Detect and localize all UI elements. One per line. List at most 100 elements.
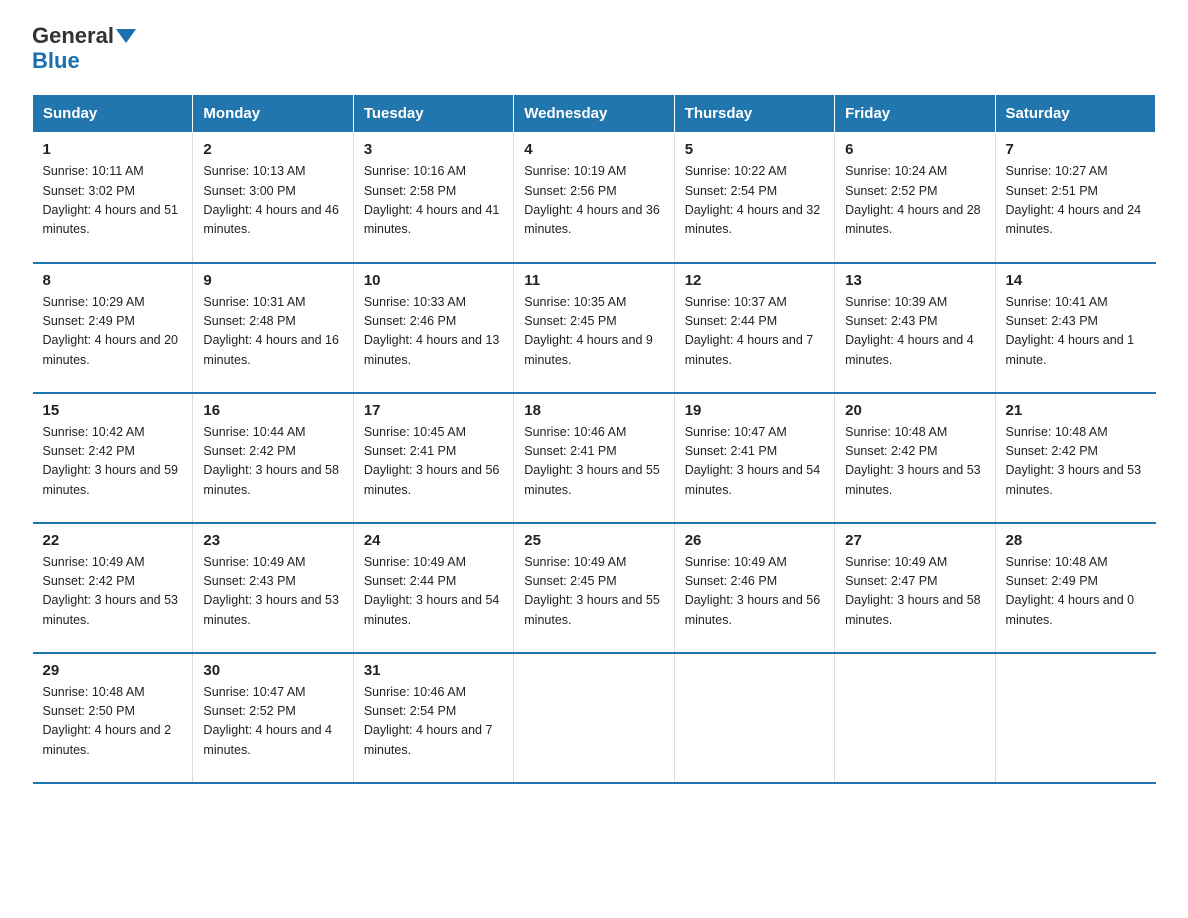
day-info: Sunrise: 10:37 AMSunset: 2:44 PMDaylight… (685, 295, 814, 367)
day-number: 11 (524, 272, 663, 289)
day-info: Sunrise: 10:27 AMSunset: 2:51 PMDaylight… (1006, 164, 1142, 236)
weekday-header-friday: Friday (835, 95, 995, 133)
day-cell-31: 31 Sunrise: 10:46 AMSunset: 2:54 PMDayli… (353, 653, 513, 783)
day-info: Sunrise: 10:24 AMSunset: 2:52 PMDaylight… (845, 164, 981, 236)
day-number: 2 (203, 141, 342, 158)
week-row-2: 8 Sunrise: 10:29 AMSunset: 2:49 PMDaylig… (33, 263, 1156, 393)
day-number: 19 (685, 402, 824, 419)
day-info: Sunrise: 10:42 AMSunset: 2:42 PMDaylight… (43, 425, 179, 497)
logo-triangle-icon (116, 29, 136, 43)
day-info: Sunrise: 10:11 AMSunset: 3:02 PMDaylight… (43, 164, 179, 236)
day-cell-11: 11 Sunrise: 10:35 AMSunset: 2:45 PMDayli… (514, 263, 674, 393)
day-number: 26 (685, 532, 824, 549)
day-info: Sunrise: 10:45 AMSunset: 2:41 PMDaylight… (364, 425, 500, 497)
day-cell-6: 6 Sunrise: 10:24 AMSunset: 2:52 PMDaylig… (835, 133, 995, 263)
day-info: Sunrise: 10:47 AMSunset: 2:52 PMDaylight… (203, 685, 332, 757)
day-cell-3: 3 Sunrise: 10:16 AMSunset: 2:58 PMDaylig… (353, 133, 513, 263)
day-number: 1 (43, 141, 183, 158)
day-info: Sunrise: 10:48 AMSunset: 2:49 PMDaylight… (1006, 555, 1135, 627)
day-info: Sunrise: 10:47 AMSunset: 2:41 PMDaylight… (685, 425, 821, 497)
day-number: 10 (364, 272, 503, 289)
day-cell-12: 12 Sunrise: 10:37 AMSunset: 2:44 PMDayli… (674, 263, 834, 393)
day-info: Sunrise: 10:48 AMSunset: 2:42 PMDaylight… (845, 425, 981, 497)
day-cell-4: 4 Sunrise: 10:19 AMSunset: 2:56 PMDaylig… (514, 133, 674, 263)
day-cell-29: 29 Sunrise: 10:48 AMSunset: 2:50 PMDayli… (33, 653, 193, 783)
week-row-3: 15 Sunrise: 10:42 AMSunset: 2:42 PMDayli… (33, 393, 1156, 523)
weekday-header-monday: Monday (193, 95, 353, 133)
day-cell-2: 2 Sunrise: 10:13 AMSunset: 3:00 PMDaylig… (193, 133, 353, 263)
day-number: 30 (203, 662, 342, 679)
day-info: Sunrise: 10:31 AMSunset: 2:48 PMDaylight… (203, 295, 339, 367)
day-info: Sunrise: 10:49 AMSunset: 2:43 PMDaylight… (203, 555, 339, 627)
day-number: 15 (43, 402, 183, 419)
day-info: Sunrise: 10:49 AMSunset: 2:44 PMDaylight… (364, 555, 500, 627)
day-number: 7 (1006, 141, 1146, 158)
logo: General Blue (32, 24, 136, 74)
day-number: 6 (845, 141, 984, 158)
day-cell-14: 14 Sunrise: 10:41 AMSunset: 2:43 PMDayli… (995, 263, 1155, 393)
day-info: Sunrise: 10:41 AMSunset: 2:43 PMDaylight… (1006, 295, 1135, 367)
day-info: Sunrise: 10:22 AMSunset: 2:54 PMDaylight… (685, 164, 821, 236)
day-info: Sunrise: 10:39 AMSunset: 2:43 PMDaylight… (845, 295, 974, 367)
day-cell-26: 26 Sunrise: 10:49 AMSunset: 2:46 PMDayli… (674, 523, 834, 653)
day-cell-23: 23 Sunrise: 10:49 AMSunset: 2:43 PMDayli… (193, 523, 353, 653)
week-row-4: 22 Sunrise: 10:49 AMSunset: 2:42 PMDayli… (33, 523, 1156, 653)
weekday-header-sunday: Sunday (33, 95, 193, 133)
day-number: 16 (203, 402, 342, 419)
day-number: 23 (203, 532, 342, 549)
day-info: Sunrise: 10:46 AMSunset: 2:41 PMDaylight… (524, 425, 660, 497)
day-number: 21 (1006, 402, 1146, 419)
day-cell-16: 16 Sunrise: 10:44 AMSunset: 2:42 PMDayli… (193, 393, 353, 523)
page-header: General Blue (32, 24, 1156, 74)
day-cell-18: 18 Sunrise: 10:46 AMSunset: 2:41 PMDayli… (514, 393, 674, 523)
day-cell-30: 30 Sunrise: 10:47 AMSunset: 2:52 PMDayli… (193, 653, 353, 783)
day-cell-1: 1 Sunrise: 10:11 AMSunset: 3:02 PMDaylig… (33, 133, 193, 263)
day-number: 27 (845, 532, 984, 549)
day-number: 29 (43, 662, 183, 679)
day-cell-empty (674, 653, 834, 783)
weekday-header-thursday: Thursday (674, 95, 834, 133)
day-number: 25 (524, 532, 663, 549)
day-cell-24: 24 Sunrise: 10:49 AMSunset: 2:44 PMDayli… (353, 523, 513, 653)
day-info: Sunrise: 10:49 AMSunset: 2:42 PMDaylight… (43, 555, 179, 627)
day-cell-19: 19 Sunrise: 10:47 AMSunset: 2:41 PMDayli… (674, 393, 834, 523)
day-info: Sunrise: 10:13 AMSunset: 3:00 PMDaylight… (203, 164, 339, 236)
day-cell-28: 28 Sunrise: 10:48 AMSunset: 2:49 PMDayli… (995, 523, 1155, 653)
day-cell-7: 7 Sunrise: 10:27 AMSunset: 2:51 PMDaylig… (995, 133, 1155, 263)
day-info: Sunrise: 10:48 AMSunset: 2:42 PMDaylight… (1006, 425, 1142, 497)
day-number: 9 (203, 272, 342, 289)
weekday-header-saturday: Saturday (995, 95, 1155, 133)
day-number: 14 (1006, 272, 1146, 289)
weekday-header-wednesday: Wednesday (514, 95, 674, 133)
weekday-header-row: SundayMondayTuesdayWednesdayThursdayFrid… (33, 95, 1156, 133)
day-number: 8 (43, 272, 183, 289)
day-info: Sunrise: 10:16 AMSunset: 2:58 PMDaylight… (364, 164, 500, 236)
day-cell-20: 20 Sunrise: 10:48 AMSunset: 2:42 PMDayli… (835, 393, 995, 523)
day-cell-15: 15 Sunrise: 10:42 AMSunset: 2:42 PMDayli… (33, 393, 193, 523)
day-number: 5 (685, 141, 824, 158)
day-number: 12 (685, 272, 824, 289)
day-cell-5: 5 Sunrise: 10:22 AMSunset: 2:54 PMDaylig… (674, 133, 834, 263)
day-info: Sunrise: 10:49 AMSunset: 2:46 PMDaylight… (685, 555, 821, 627)
day-info: Sunrise: 10:33 AMSunset: 2:46 PMDaylight… (364, 295, 500, 367)
logo-general: General (32, 24, 114, 48)
calendar-table: SundayMondayTuesdayWednesdayThursdayFrid… (32, 94, 1156, 784)
week-row-5: 29 Sunrise: 10:48 AMSunset: 2:50 PMDayli… (33, 653, 1156, 783)
day-info: Sunrise: 10:49 AMSunset: 2:45 PMDaylight… (524, 555, 660, 627)
day-cell-empty (514, 653, 674, 783)
day-number: 22 (43, 532, 183, 549)
day-cell-25: 25 Sunrise: 10:49 AMSunset: 2:45 PMDayli… (514, 523, 674, 653)
day-info: Sunrise: 10:19 AMSunset: 2:56 PMDaylight… (524, 164, 660, 236)
day-info: Sunrise: 10:46 AMSunset: 2:54 PMDaylight… (364, 685, 493, 757)
day-cell-27: 27 Sunrise: 10:49 AMSunset: 2:47 PMDayli… (835, 523, 995, 653)
day-number: 4 (524, 141, 663, 158)
day-cell-empty (835, 653, 995, 783)
day-number: 24 (364, 532, 503, 549)
day-cell-9: 9 Sunrise: 10:31 AMSunset: 2:48 PMDaylig… (193, 263, 353, 393)
day-number: 3 (364, 141, 503, 158)
day-info: Sunrise: 10:48 AMSunset: 2:50 PMDaylight… (43, 685, 172, 757)
day-cell-empty (995, 653, 1155, 783)
day-cell-17: 17 Sunrise: 10:45 AMSunset: 2:41 PMDayli… (353, 393, 513, 523)
day-number: 28 (1006, 532, 1146, 549)
day-cell-22: 22 Sunrise: 10:49 AMSunset: 2:42 PMDayli… (33, 523, 193, 653)
